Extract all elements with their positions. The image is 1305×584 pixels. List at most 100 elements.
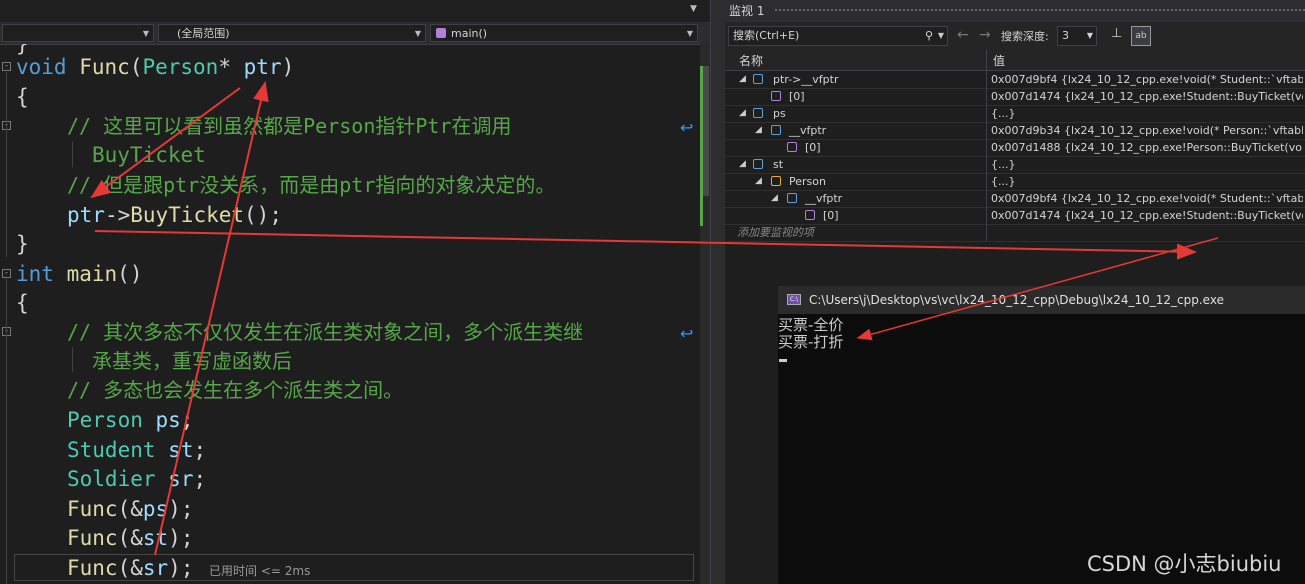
- variable-icon: [771, 91, 781, 101]
- expand-toggle-icon[interactable]: ◢: [755, 122, 762, 139]
- comment-line: // 这里可以看到虽然都是Person指针Ptr在调用: [67, 114, 512, 138]
- search-placeholder: 搜索(Ctrl+E): [733, 29, 800, 42]
- tab-list-chevron-icon[interactable]: ▼: [690, 4, 697, 14]
- editor-scrollbar[interactable]: [700, 44, 710, 584]
- hex-display-toggle[interactable]: ab: [1131, 26, 1151, 46]
- column-separator: [986, 122, 987, 139]
- scope-dropdown-label: (全局范围): [177, 27, 230, 40]
- search-forward-icon[interactable]: →: [979, 27, 991, 43]
- column-separator: [986, 207, 987, 224]
- watch-row[interactable]: ◢ __vfptr 0x007d9b34 {lx24_10_12_cpp.exe!v…: [725, 122, 1305, 140]
- chevron-down-icon: ▼: [142, 29, 149, 38]
- watch-row-name: [0]: [823, 209, 839, 222]
- watch-title-bar[interactable]: 监视 1: [725, 0, 1305, 22]
- project-dropdown[interactable]: ▼: [2, 24, 154, 42]
- code-line-main-signature: int main(): [16, 262, 143, 286]
- comment-line: // 但是跟ptr没关系，而是由ptr指向的对象决定的。: [67, 173, 556, 197]
- expand-toggle-icon[interactable]: ◢: [739, 71, 746, 88]
- panel-splitter[interactable]: [710, 0, 726, 584]
- console-output-line: 买票-全价: [778, 316, 844, 334]
- drag-grip[interactable]: [775, 9, 1305, 15]
- console-window[interactable]: C:\ C:\Users\j\Desktop\vs\vc\lx24_10_12_…: [778, 286, 1305, 584]
- watch-row[interactable]: ◢ ps {...}: [725, 105, 1305, 123]
- pin-icon[interactable]: ⊥: [1111, 26, 1122, 41]
- add-watch-row[interactable]: 添加要监视的项: [725, 224, 1305, 242]
- watch-row-value: 0x007d9bf4 {lx24_10_12_cpp.exe!void(* St…: [991, 73, 1303, 86]
- expand-toggle-icon[interactable]: ◢: [755, 173, 762, 190]
- variable-icon: [787, 142, 797, 152]
- param-name: ptr: [243, 55, 282, 79]
- code-line-call: Func(&ps);: [67, 497, 194, 521]
- watch-row[interactable]: [0] 0x007d1474 {lx24_10_12_cpp.exe!Studen…: [725, 88, 1305, 106]
- code-line-decl: Person ps;: [67, 408, 194, 432]
- search-depth-select[interactable]: 3 ▼: [1057, 26, 1097, 46]
- watch-row-value: 0x007d1488 {lx24_10_12_cpp.exe!Person::B…: [991, 141, 1303, 154]
- watch-search-input[interactable]: 搜索(Ctrl+E) ⚲ ▼: [728, 26, 948, 46]
- watch-row-name: __vfptr: [805, 192, 843, 205]
- expand-toggle-icon[interactable]: ◢: [739, 105, 746, 122]
- expand-toggle-icon[interactable]: ◢: [771, 190, 778, 207]
- column-value-header[interactable]: 值: [993, 52, 1005, 69]
- word-wrap-icon: ↩: [680, 118, 694, 137]
- watch-row[interactable]: [0] 0x007d1488 {lx24_10_12_cpp.exe!Person…: [725, 139, 1305, 157]
- expand-toggle-icon[interactable]: ◢: [739, 156, 746, 173]
- code-line-func-signature: void Func(Person* ptr): [16, 55, 295, 79]
- variable-icon: [753, 159, 763, 169]
- watch-column-header: 名称 值: [725, 50, 1305, 71]
- watch-row[interactable]: ◢ st {...}: [725, 156, 1305, 174]
- code-line: }: [16, 232, 29, 256]
- column-separator: [986, 190, 987, 207]
- indent-guide: [72, 142, 73, 167]
- console-cursor: [779, 359, 787, 362]
- word-wrap-icon: ↩: [680, 324, 694, 343]
- function-name: Func: [79, 55, 130, 79]
- current-line-highlight: [14, 554, 694, 581]
- fold-toggle-icon[interactable]: -: [2, 62, 11, 71]
- watch-row[interactable]: ◢ Person {...}: [725, 173, 1305, 191]
- comment-line-wrap: 承基类，重写虚函数后: [92, 349, 292, 373]
- watch-row-name: __vfptr: [789, 124, 827, 137]
- watch-row-value: 0x007d9b34 {lx24_10_12_cpp.exe!void(* Pe…: [991, 124, 1303, 137]
- watch-row-value: 0x007d9bf4 {lx24_10_12_cpp.exe!void(* St…: [991, 192, 1303, 205]
- chevron-down-icon: ▼: [686, 29, 693, 38]
- fold-toggle-icon[interactable]: -: [2, 269, 11, 278]
- code-line-decl: Student st;: [67, 438, 207, 462]
- console-title: C:\Users\j\Desktop\vs\vc\lx24_10_12_cpp\…: [809, 293, 1224, 307]
- search-icon: ⚲: [924, 29, 933, 42]
- indent-guide: [72, 347, 73, 372]
- watch-row-name: ptr->__vfptr: [773, 73, 839, 86]
- chevron-down-icon: ▼: [1086, 31, 1093, 40]
- watch-row-name: [0]: [789, 90, 805, 103]
- console-app-icon: C:\: [787, 294, 801, 305]
- fold-guide: [6, 279, 7, 584]
- variable-icon: [753, 108, 763, 118]
- method-icon: [436, 28, 446, 38]
- member-dropdown[interactable]: main() ▼: [430, 24, 698, 42]
- column-separator: [986, 105, 987, 122]
- code-line-call: ptr->BuyTicket();: [67, 203, 282, 227]
- keyword: void: [16, 55, 67, 79]
- variable-icon: [787, 193, 797, 203]
- watch-row[interactable]: ◢ __vfptr 0x007d9bf4 {lx24_10_12_cpp.exe!v…: [725, 190, 1305, 208]
- chevron-down-icon[interactable]: ▼: [938, 27, 944, 45]
- comment-line-wrap: BuyTicket: [92, 143, 206, 167]
- console-output-line: 买票-打折: [778, 333, 844, 351]
- scope-dropdown[interactable]: (全局范围) ▼: [158, 24, 426, 42]
- editor-tab-strip: ▼: [0, 0, 710, 22]
- search-depth-value: 3: [1062, 29, 1069, 42]
- column-name-header[interactable]: 名称: [739, 52, 763, 69]
- column-resizer[interactable]: [986, 50, 987, 70]
- code-editor[interactable]: ▼ ▼ (全局范围) ▼ main() ▼ - - - - } void Fun…: [0, 0, 710, 584]
- code-area[interactable]: - - - - } void Func(Person* ptr) { // 这里…: [0, 44, 700, 584]
- watch-row-name: ps: [773, 107, 786, 120]
- watch-row-value: {...}: [991, 158, 1016, 171]
- code-line-call: Func(&st);: [67, 526, 194, 550]
- watermark: CSDN @小志biubiu: [1087, 552, 1282, 576]
- watch-row-value: 0x007d1474 {lx24_10_12_cpp.exe!Student::…: [991, 90, 1303, 103]
- watch-row[interactable]: [0] 0x007d1474 {lx24_10_12_cpp.exe!Studen…: [725, 207, 1305, 225]
- change-marker: [700, 66, 703, 226]
- console-title-bar[interactable]: C:\ C:\Users\j\Desktop\vs\vc\lx24_10_12_…: [778, 286, 1305, 314]
- watch-row[interactable]: ◢ ptr->__vfptr 0x007d9bf4 {lx24_10_12_cpp.…: [725, 71, 1305, 89]
- watch-title: 监视 1: [729, 4, 765, 18]
- search-back-icon[interactable]: ←: [957, 27, 969, 43]
